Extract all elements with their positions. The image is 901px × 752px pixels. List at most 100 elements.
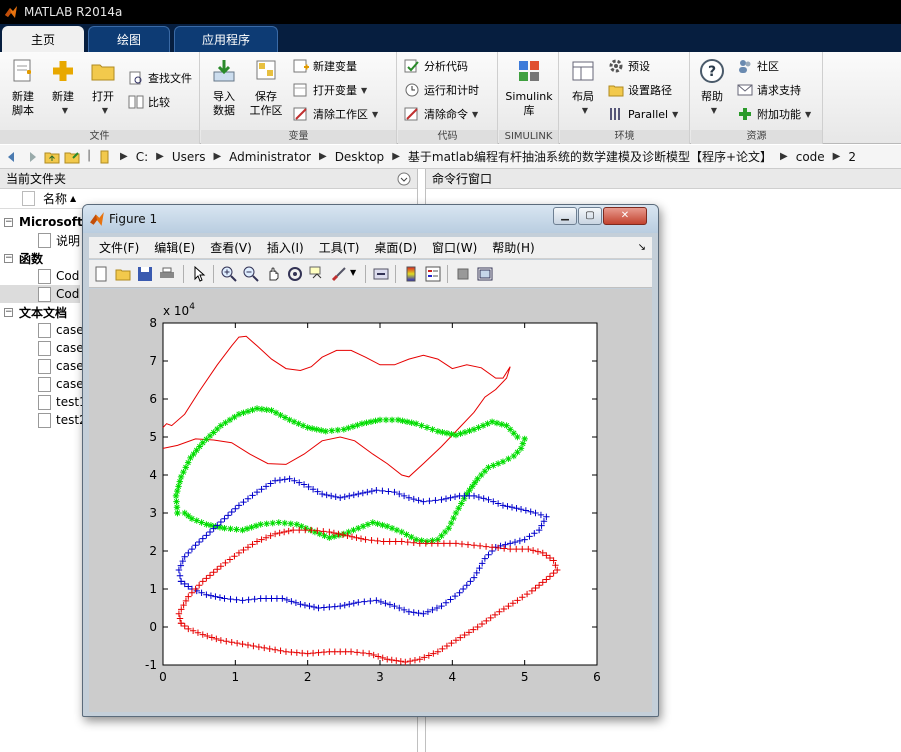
run-and-time-button[interactable]: 运行和计时 — [404, 80, 479, 100]
menu-view[interactable]: 查看(V) — [210, 239, 252, 256]
brush-icon[interactable] — [331, 266, 347, 282]
tree-group[interactable]: − 函数 — [0, 249, 43, 267]
breadcrumb-users[interactable]: Users — [172, 150, 206, 164]
menu-help[interactable]: 帮助(H) — [492, 239, 534, 256]
asterisk-marker — [461, 429, 469, 436]
open-button[interactable]: 打开 ▼ — [82, 56, 124, 118]
file-item[interactable]: test1 — [0, 393, 87, 411]
tree-group[interactable]: − Microsoft — [0, 213, 83, 231]
menu-insert[interactable]: 插入(I) — [267, 239, 304, 256]
new-script-icon — [13, 59, 31, 82]
panel-menu-icon[interactable] — [397, 172, 411, 186]
save-workspace-button[interactable]: 保存 工作区 — [245, 56, 287, 118]
find-files-button[interactable]: 查找文件 — [128, 68, 192, 88]
layout-button[interactable]: 布局 ▼ — [562, 56, 604, 118]
file-item[interactable]: test2 — [0, 411, 87, 429]
asterisk-marker — [222, 419, 229, 426]
zoom-in-icon[interactable] — [221, 266, 237, 282]
new-variable-button[interactable]: 新建变量 — [293, 56, 357, 76]
clear-commands-button[interactable]: 清除命令 ▼ — [404, 104, 478, 124]
menu-desktop[interactable]: 桌面(D) — [374, 239, 417, 256]
colorbar-icon[interactable] — [403, 266, 419, 282]
data-cursor-icon[interactable] — [309, 266, 325, 282]
help-button[interactable]: ? 帮助 ▼ — [691, 56, 733, 118]
tab-apps[interactable]: 应用程序 — [174, 26, 278, 52]
breadcrumb-2[interactable]: 2 — [848, 150, 856, 164]
dock-arrow-icon[interactable]: ↘ — [638, 242, 646, 253]
asterisk-marker — [193, 447, 200, 454]
asterisk-marker — [203, 521, 210, 528]
clear-workspace-button[interactable]: 清除工作区 ▼ — [293, 104, 378, 124]
asterisk-marker — [318, 427, 325, 434]
new-figure-icon[interactable] — [93, 266, 109, 282]
figure-title-bar[interactable]: Figure 1 ▁ ▢ ✕ — [83, 205, 658, 233]
tree-group[interactable]: − 文本文档 — [0, 303, 67, 321]
set-path-button[interactable]: 设置路径 — [608, 80, 672, 100]
import-data-button[interactable]: 导入 数据 — [203, 56, 245, 118]
menu-tools[interactable]: 工具(T) — [319, 239, 360, 256]
chevron-down-icon[interactable]: ▼ — [350, 268, 356, 277]
file-item[interactable]: Cod — [0, 285, 80, 303]
file-name: 说明 — [56, 233, 81, 248]
add-ons-button[interactable]: 附加功能 ▼ — [737, 104, 811, 124]
collapse-icon[interactable]: − — [4, 253, 13, 263]
breadcrumb-project[interactable]: 基于matlab编程有杆抽油系统的数学建模及诊断模型【程序+论文】 — [408, 148, 772, 165]
simulink-library-button[interactable]: Simulink 库 — [503, 56, 555, 118]
breadcrumb-drive[interactable]: C: — [136, 150, 148, 164]
figure-canvas[interactable]: 0 1 2 3 4 5 6 -1 0 1 2 3 4 5 6 7 8 x 104 — [89, 289, 652, 712]
breadcrumb-administrator[interactable]: Administrator — [229, 150, 311, 164]
breadcrumb-desktop[interactable]: Desktop — [335, 150, 385, 164]
y-exponent-label: x 104 — [163, 302, 195, 318]
back-arrow-icon[interactable] — [4, 149, 20, 165]
open-file-icon[interactable] — [115, 266, 131, 282]
collapse-icon[interactable]: − — [4, 307, 13, 317]
file-item[interactable]: 说明 — [0, 231, 80, 249]
up-folder-icon[interactable] — [44, 149, 60, 165]
menu-file[interactable]: 文件(F) — [99, 239, 139, 256]
breadcrumb-code[interactable]: code — [796, 150, 825, 164]
analyze-code-button[interactable]: 分析代码 — [404, 56, 468, 76]
file-item[interactable]: case — [0, 339, 84, 357]
y-tick-label: 1 — [149, 582, 157, 596]
toolbar-separator — [395, 265, 396, 283]
chevron-down-icon: ▼ — [101, 106, 109, 115]
new-button[interactable]: 新建 ▼ — [42, 56, 84, 118]
print-icon[interactable] — [159, 266, 175, 282]
menu-edit[interactable]: 编辑(E) — [154, 239, 195, 256]
tab-plots[interactable]: 绘图 — [88, 26, 170, 52]
asterisk-marker — [345, 424, 352, 432]
menu-window[interactable]: 窗口(W) — [432, 239, 477, 256]
request-support-button[interactable]: 请求支持 — [737, 80, 801, 100]
pointer-icon[interactable] — [191, 266, 207, 282]
save-icon[interactable] — [137, 266, 153, 282]
asterisk-marker — [521, 435, 528, 443]
chevron-right-icon: ▶ — [120, 151, 128, 162]
asterisk-marker — [340, 426, 348, 433]
rotate-icon[interactable] — [287, 266, 303, 282]
file-item[interactable]: case — [0, 321, 84, 339]
maximize-button[interactable]: ▢ — [578, 207, 602, 225]
preferences-button[interactable]: 预设 — [608, 56, 650, 76]
community-button[interactable]: 社区 — [737, 56, 779, 76]
legend-icon[interactable] — [425, 266, 441, 282]
collapse-icon[interactable]: − — [4, 217, 13, 227]
show-plot-tools-icon[interactable] — [477, 266, 493, 282]
forward-arrow-icon[interactable] — [24, 149, 40, 165]
close-button[interactable]: ✕ — [603, 207, 647, 225]
link-icon[interactable] — [373, 266, 389, 282]
file-item[interactable]: case — [0, 375, 84, 393]
pan-icon[interactable] — [265, 266, 281, 282]
folder-icon — [91, 64, 115, 81]
parallel-button[interactable]: Parallel ▼ — [608, 104, 678, 124]
browse-folder-icon[interactable] — [64, 149, 80, 165]
compare-button[interactable]: 比较 — [128, 92, 170, 112]
tab-home[interactable]: 主页 — [2, 26, 84, 52]
minimize-button[interactable]: ▁ — [553, 207, 577, 225]
new-script-button[interactable]: 新建 脚本 — [2, 56, 44, 118]
hide-plot-tools-icon[interactable] — [455, 266, 471, 282]
zoom-out-icon[interactable] — [243, 266, 259, 282]
file-item[interactable]: Cod — [0, 267, 79, 285]
y-tick-label: 2 — [149, 544, 157, 558]
open-variable-button[interactable]: 打开变量 ▼ — [293, 80, 367, 100]
file-item[interactable]: case — [0, 357, 84, 375]
